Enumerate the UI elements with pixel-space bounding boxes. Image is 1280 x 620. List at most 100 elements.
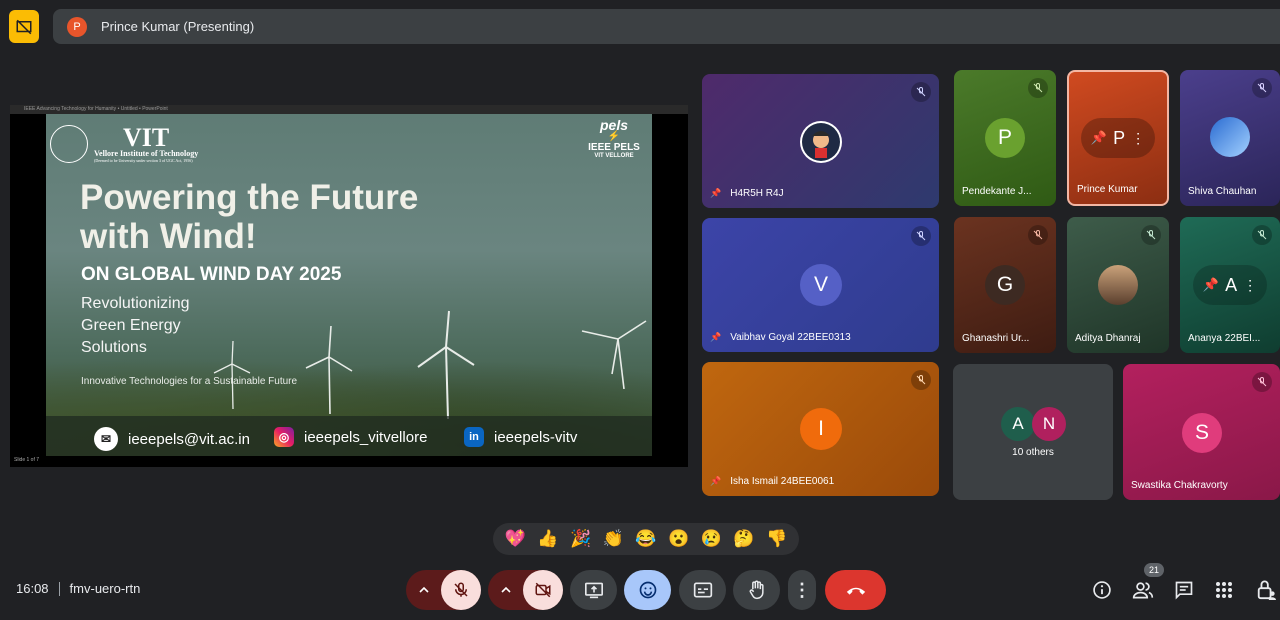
participant-name: Pendekante J...	[962, 186, 1032, 197]
mic-off-icon	[911, 226, 931, 246]
avatar: V	[800, 264, 842, 306]
mic-off-icon	[453, 582, 468, 597]
participant-name: Ghanashri Ur...	[962, 333, 1030, 344]
participant-name: Aditya Dhanraj	[1075, 333, 1141, 344]
hand-icon	[749, 580, 764, 600]
avatar: P	[985, 118, 1025, 158]
slide-status: Slide 1 of 7	[14, 457, 40, 463]
present-screen-button[interactable]	[570, 570, 617, 610]
wind-turbine-icon	[417, 310, 475, 419]
participant-name: 📌 Isha Ismail 24BEE0061	[710, 476, 835, 487]
reaction-party[interactable]: 🎉	[567, 529, 595, 549]
participant-tile[interactable]: S Swastika Chakravorty	[1123, 364, 1280, 500]
hang-up-icon	[846, 587, 865, 595]
participant-tile[interactable]: G Ghanashri Ur...	[954, 217, 1056, 353]
linkedin-icon: in	[464, 427, 484, 447]
vit-seal-icon	[50, 125, 88, 163]
camera-off-button[interactable]	[522, 570, 563, 610]
more-options-icon: ⋮	[1243, 276, 1258, 293]
participant-tile[interactable]: Shiva Chauhan	[1180, 70, 1280, 206]
people-button[interactable]	[1131, 578, 1155, 602]
chevron-up-icon[interactable]	[489, 570, 523, 610]
mic-off-icon	[1141, 225, 1161, 245]
captions-button[interactable]	[679, 570, 726, 610]
stop-presenting-icon[interactable]	[9, 10, 39, 43]
reactions-bar: 💖 👍 🎉 👏 😂 😮 😢 🤔 👎	[493, 523, 799, 555]
participant-tile[interactable]: 📌 H4R5H R4J	[702, 74, 939, 208]
participant-tile[interactable]: I 📌 Isha Ismail 24BEE0061	[702, 362, 939, 496]
meeting-details-button[interactable]	[1090, 578, 1114, 602]
avatar	[1210, 117, 1250, 157]
camera-off-icon	[535, 582, 550, 598]
reaction-laugh[interactable]: 😂	[632, 529, 660, 549]
activities-button[interactable]	[1212, 578, 1236, 602]
participant-tile[interactable]: Aditya Dhanraj	[1067, 217, 1169, 353]
reaction-clap[interactable]: 👏	[599, 529, 627, 549]
pin-icon: 📌	[1090, 130, 1108, 145]
reaction-sad[interactable]: 😢	[697, 529, 725, 549]
reaction-surprised[interactable]: 😮	[665, 529, 693, 549]
chat-icon	[1175, 581, 1193, 600]
participant-tile[interactable]: V 📌 Vaibhav Goyal 22BEE0313	[702, 218, 939, 352]
wind-turbine-icon	[305, 325, 353, 414]
presentation-slide: VIT Vellore Institute of Technology (Dee…	[46, 114, 652, 456]
avatar: I	[800, 408, 842, 450]
presenter-avatar: P	[67, 16, 87, 37]
participant-tile[interactable]: P Pendekante J...	[954, 70, 1056, 206]
reaction-thumbs-up[interactable]: 👍	[534, 529, 562, 549]
reaction-thinking[interactable]: 🤔	[730, 529, 758, 549]
contact-linkedin: in ieeepels-vitv	[464, 427, 577, 447]
people-count-badge: 21	[1144, 563, 1164, 577]
presenter-bar: P Prince Kumar (Presenting)	[53, 9, 1280, 44]
participant-name: Swastika Chakravorty	[1131, 480, 1228, 491]
chevron-up-icon[interactable]	[407, 570, 441, 610]
mail-icon: ✉	[94, 427, 118, 451]
others-tile[interactable]: A N 10 others	[953, 364, 1113, 500]
reactions-button[interactable]	[624, 570, 671, 610]
emoji-icon	[639, 581, 656, 599]
vit-logo: VIT Vellore Institute of Technology (Dee…	[50, 122, 200, 166]
mic-control-group	[406, 570, 481, 610]
presenter-label: Prince Kumar (Presenting)	[101, 19, 255, 34]
participant-name: 📌 H4R5H R4J	[710, 188, 784, 199]
meeting-code: fmv-uero-rtn	[69, 581, 141, 596]
mic-off-icon	[1252, 225, 1272, 245]
apps-grid-icon	[1216, 582, 1232, 598]
more-options-button[interactable]: ⋮	[788, 570, 816, 610]
shared-screen[interactable]: IEEE Advancing Technology for Humanity •…	[10, 105, 688, 467]
avatar: N	[1032, 407, 1066, 441]
mic-off-icon	[1028, 225, 1048, 245]
slide-title: Powering the Future with Wind!	[80, 178, 419, 256]
others-count: 10 others	[1012, 447, 1054, 458]
mic-off-icon	[1252, 372, 1272, 392]
reaction-heart[interactable]: 💖	[501, 529, 529, 549]
slide-description: Revolutionizing Green Energy Solutions	[81, 295, 190, 356]
mic-off-button[interactable]	[440, 570, 481, 610]
avatar: 📌 A ⋮	[1193, 265, 1267, 305]
meeting-info: 16:08 fmv-uero-rtn	[16, 581, 140, 596]
contact-email: ✉ ieeepels@vit.ac.in	[94, 427, 250, 451]
avatar: 📌 P ⋮	[1081, 118, 1155, 158]
contact-instagram: ◎ ieeepels_vitvellore	[274, 427, 427, 447]
slide-subtitle: ON GLOBAL WIND DAY 2025	[81, 264, 342, 285]
participant-tile-active[interactable]: 📌 P ⋮ Prince Kumar	[1067, 70, 1169, 206]
pin-icon: 📌	[710, 188, 722, 198]
instagram-icon: ◎	[274, 427, 294, 447]
wind-turbine-icon	[581, 320, 647, 389]
reaction-thumbs-down[interactable]: 👎	[763, 529, 791, 549]
more-options-icon: ⋮	[1131, 129, 1146, 146]
screen-window-title: IEEE Advancing Technology for Humanity •…	[10, 105, 688, 114]
host-controls-button[interactable]	[1254, 578, 1278, 602]
slide-tagline: Innovative Technologies for a Sustainabl…	[81, 376, 298, 387]
pin-icon: 📌	[710, 476, 722, 486]
lock-person-icon	[1257, 580, 1276, 600]
participant-tile[interactable]: 📌 A ⋮ Ananya 22BEI...	[1180, 217, 1280, 353]
avatar: S	[1182, 413, 1222, 453]
raise-hand-button[interactable]	[733, 570, 780, 610]
chat-button[interactable]	[1172, 578, 1196, 602]
mic-off-icon	[1252, 78, 1272, 98]
leave-call-button[interactable]	[825, 570, 886, 610]
mic-off-icon	[1028, 78, 1048, 98]
ieee-pels-logo: pels ⚡ IEEE PELS VIT VELLORE	[588, 117, 640, 159]
avatar	[800, 121, 842, 163]
